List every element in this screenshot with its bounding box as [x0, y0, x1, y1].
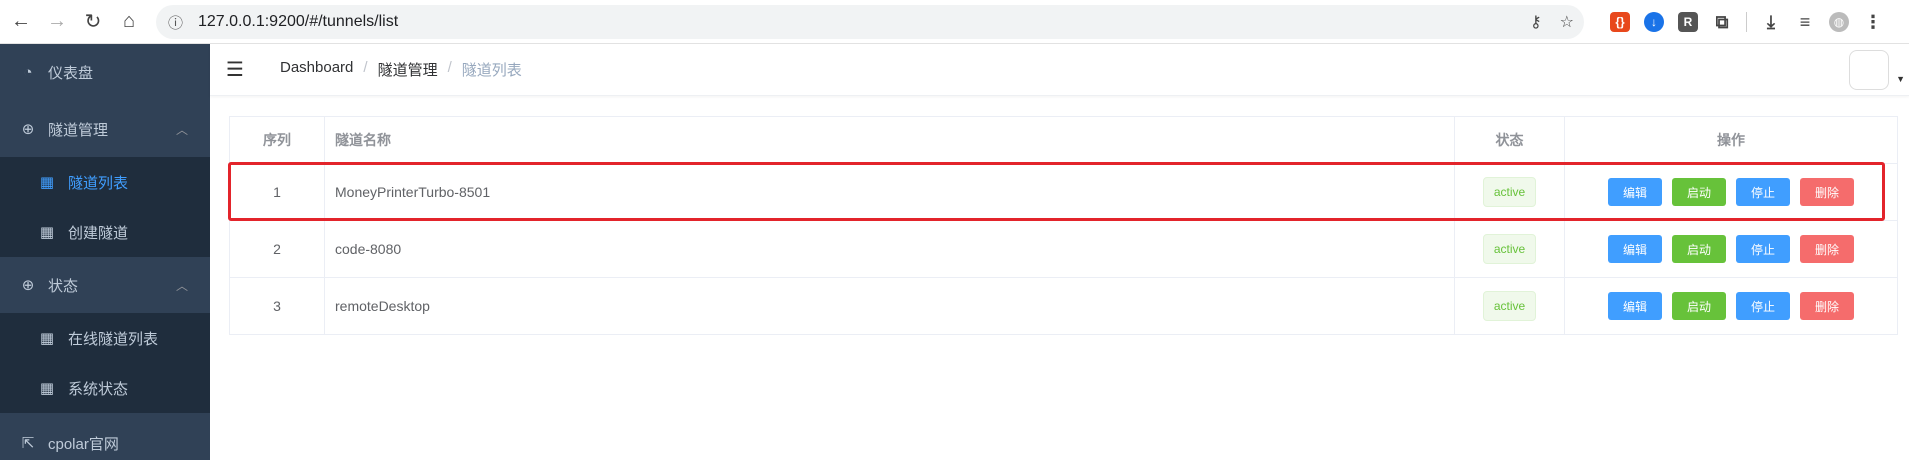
sidebar-item-tunnel-list[interactable]: ▦ 隧道列表: [0, 157, 210, 207]
sidebar-item-online-tunnels[interactable]: ▦ 在线隧道列表: [0, 313, 210, 363]
sidebar-item-label: 状态: [48, 277, 79, 295]
sidebar-item-create-tunnel[interactable]: ▦ 创建隧道: [0, 207, 210, 257]
delete-button[interactable]: 删除: [1800, 235, 1855, 263]
row-index: 2: [230, 221, 325, 277]
sidebar-item-label: 隧道列表: [68, 174, 129, 192]
extension-r-icon[interactable]: R: [1678, 12, 1698, 32]
edit-button[interactable]: 编辑: [1607, 235, 1662, 263]
url-text[interactable]: 127.0.0.1:9200/#/tunnels/list: [198, 13, 398, 31]
more-menu-icon[interactable]: ⋮: [1863, 12, 1883, 32]
start-button[interactable]: 启动: [1671, 235, 1726, 263]
breadcrumb-dashboard[interactable]: Dashboard: [280, 59, 353, 80]
row-index: 3: [230, 278, 325, 334]
home-button[interactable]: ⌂: [114, 7, 144, 37]
plus-circle-icon: ⊕: [21, 121, 35, 138]
browser-toolbar: ← → ↻ ⌂ ⓘ 127.0.0.1:9200/#/tunnels/list …: [0, 0, 1909, 44]
extensions-puzzle-icon[interactable]: ⧉: [1712, 12, 1732, 32]
bookmark-star-icon[interactable]: ☆: [1560, 12, 1574, 32]
table-row: 2 code-8080 active 编辑 启动 停止 删除: [230, 221, 1897, 278]
sidebar-item-label: 隧道管理: [48, 121, 109, 139]
status-badge: active: [1482, 177, 1537, 207]
home-icon: ⌂: [122, 10, 136, 32]
grid-icon: ▦: [39, 224, 55, 241]
start-button[interactable]: 启动: [1671, 292, 1726, 320]
header-actions: 操作: [1717, 132, 1745, 148]
row-tunnel-name: MoneyPrinterTurbo-8501: [325, 164, 1455, 220]
chevron-up-icon: ︿: [175, 122, 188, 137]
avatar[interactable]: [1849, 50, 1889, 90]
sidebar-item-label: cpolar官网: [48, 435, 119, 453]
downloads-icon[interactable]: ⤓: [1761, 12, 1781, 32]
delete-button[interactable]: 删除: [1800, 178, 1855, 206]
row-tunnel-name: code-8080: [325, 221, 1455, 277]
media-queue-icon[interactable]: ≡: [1795, 12, 1815, 32]
table-row: 3 remoteDesktop active 编辑 启动 停止 删除: [230, 278, 1897, 334]
header-name: 隧道名称: [325, 117, 1455, 163]
stop-button[interactable]: 停止: [1736, 292, 1791, 320]
breadcrumb-tunnel-management[interactable]: 隧道管理: [378, 59, 438, 80]
edit-button[interactable]: 编辑: [1607, 178, 1662, 206]
sidebar-item-dashboard[interactable]: ◔ 仪表盘: [0, 44, 210, 100]
external-link-icon: ⇱: [21, 435, 35, 452]
edit-button[interactable]: 编辑: [1607, 292, 1662, 320]
sidebar-item-status[interactable]: ⊕ 状态 ︿: [0, 257, 210, 313]
sidebar-item-label: 系统状态: [68, 380, 129, 398]
hamburger-menu-icon[interactable]: ☰: [226, 57, 250, 82]
row-tunnel-name: remoteDesktop: [325, 278, 1455, 334]
submenu-status: ▦ 在线隧道列表 ▦ 系统状态: [0, 313, 210, 413]
caret-down-icon[interactable]: ▼: [1896, 74, 1905, 84]
sidebar-item-label: 创建隧道: [68, 224, 129, 242]
top-navbar: ☰ Dashboard / 隧道管理 / 隧道列表 ▼: [210, 44, 1909, 96]
chevron-up-icon: ︿: [175, 278, 188, 293]
sidebar-item-system-status[interactable]: ▦ 系统状态: [0, 363, 210, 413]
row-index: 1: [230, 164, 325, 220]
delete-button[interactable]: 删除: [1800, 292, 1855, 320]
grid-icon: ▦: [39, 174, 55, 191]
reload-button[interactable]: ↻: [78, 7, 108, 37]
header-index: 序列: [230, 117, 325, 163]
key-icon[interactable]: ⚷: [1530, 12, 1542, 32]
profile-avatar-icon[interactable]: ◍: [1829, 12, 1849, 32]
back-button[interactable]: ←: [6, 7, 36, 37]
table-header: 序列 隧道名称 状态 操作: [230, 117, 1897, 164]
status-badge: active: [1482, 291, 1537, 321]
sidebar-item-tunnel-management[interactable]: ⊕ 隧道管理 ︿: [0, 101, 210, 157]
header-status: 状态: [1455, 117, 1565, 163]
status-badge: active: [1482, 234, 1537, 264]
sidebar-item-label: 仪表盘: [48, 64, 94, 82]
breadcrumb: Dashboard / 隧道管理 / 隧道列表: [280, 59, 522, 80]
table-row: 1 MoneyPrinterTurbo-8501 active 编辑 启动 停止…: [230, 164, 1897, 221]
reload-icon: ↻: [84, 11, 102, 33]
arrow-left-icon: ←: [11, 10, 31, 32]
start-button[interactable]: 启动: [1671, 178, 1726, 206]
extension-json-icon[interactable]: {}: [1610, 12, 1630, 32]
tunnel-table: 序列 隧道名称 状态 操作 1 MoneyPrinterTurbo-8501 a…: [229, 116, 1898, 335]
grid-icon: ▦: [39, 380, 55, 397]
sidebar: ◔ 仪表盘 ⊕ 隧道管理 ︿ ▦ 隧道列表 ▦ 创建隧道 ⊕ 状态 ︿ ▦ 在线…: [0, 44, 210, 460]
forward-button[interactable]: →: [42, 7, 72, 37]
grid-icon: ▦: [39, 330, 55, 347]
arrow-right-icon: →: [47, 10, 67, 32]
dashboard-icon: ◔: [23, 63, 33, 81]
stop-button[interactable]: 停止: [1736, 178, 1791, 206]
address-bar[interactable]: ⓘ 127.0.0.1:9200/#/tunnels/list ⚷ ☆: [156, 5, 1584, 39]
sidebar-item-label: 在线隧道列表: [68, 330, 159, 348]
breadcrumb-tunnel-list: 隧道列表: [461, 62, 522, 79]
sidebar-item-cpolar-website[interactable]: ⇱ cpolar官网: [0, 415, 210, 471]
submenu-tunnels: ▦ 隧道列表 ▦ 创建隧道: [0, 157, 210, 257]
extension-download-icon[interactable]: ↓: [1644, 12, 1664, 32]
plus-circle-icon: ⊕: [21, 277, 35, 294]
toolbar-divider: [1746, 12, 1747, 32]
stop-button[interactable]: 停止: [1736, 235, 1791, 263]
site-info-icon[interactable]: ⓘ: [168, 12, 196, 33]
